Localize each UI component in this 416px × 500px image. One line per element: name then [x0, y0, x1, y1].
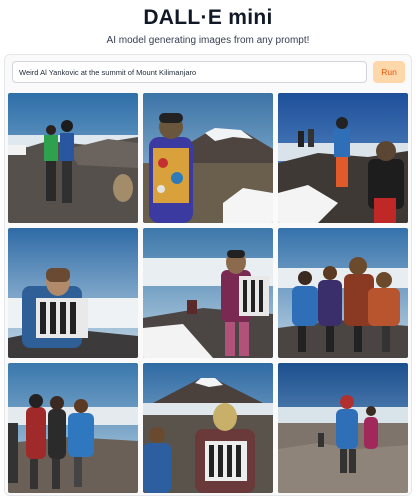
generated-image-2[interactable]	[143, 93, 273, 223]
app-title: DALL·E mini	[143, 6, 273, 29]
generator-panel: Run	[4, 54, 412, 496]
generated-image-8[interactable]	[143, 363, 273, 493]
run-button[interactable]: Run	[373, 61, 405, 83]
generated-image-6[interactable]	[278, 228, 408, 358]
image-grid	[8, 93, 408, 493]
generated-image-7[interactable]	[8, 363, 138, 493]
generated-image-3[interactable]	[278, 93, 408, 223]
app-subtitle: AI model generating images from any prom…	[106, 35, 310, 46]
generated-image-5[interactable]	[143, 228, 273, 358]
generated-image-1[interactable]	[8, 93, 138, 223]
generated-image-9[interactable]	[278, 363, 408, 493]
generated-image-4[interactable]	[8, 228, 138, 358]
prompt-input[interactable]	[12, 61, 367, 83]
